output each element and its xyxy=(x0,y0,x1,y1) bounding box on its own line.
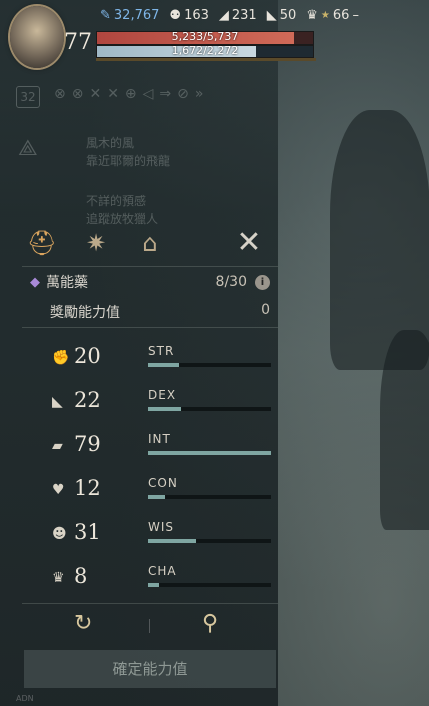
corner-label: ADN xyxy=(16,694,34,703)
stat-bar-fill xyxy=(148,407,182,411)
quest-1-desc: 靠近耶爾的飛龍 xyxy=(86,154,171,168)
stat-row-cha[interactable]: ♛ 8 CHA xyxy=(48,564,273,594)
bonus-label: 獎勵能力值 xyxy=(50,305,120,321)
close-icon[interactable]: ✕ xyxy=(232,226,266,260)
hp-bar: 5,233/5,737 xyxy=(96,30,314,45)
stat-bar xyxy=(148,495,271,499)
stat-abbr: WIS xyxy=(148,520,175,534)
stat-value: 79 xyxy=(74,432,101,456)
stat-bar xyxy=(148,583,271,587)
divider xyxy=(149,619,150,633)
tab-helmet-icon[interactable]: ⛑ xyxy=(22,225,62,261)
hp-text: 5,233/5,737 xyxy=(171,30,239,43)
rank-counter: ♛ ★ 66 – xyxy=(306,8,359,23)
stat-bar-fill xyxy=(148,363,179,367)
quest-2-title: 不詳的預感 xyxy=(86,194,147,208)
stat-a-counter: ⚉ 163 xyxy=(169,8,209,23)
stat-b-counter: ◢ 231 xyxy=(218,8,257,23)
stat-row-con[interactable]: ♥ 12 CON xyxy=(48,476,273,506)
slot-level-badge: 32 xyxy=(16,86,40,108)
stat-abbr: CHA xyxy=(148,564,177,578)
constitution-icon: ♥ xyxy=(52,482,65,498)
stat-value: 22 xyxy=(74,388,101,412)
wisdom-icon: ☻ xyxy=(52,526,67,542)
stat-abbr: DEX xyxy=(148,388,177,402)
stat-bar-fill xyxy=(148,539,196,543)
stat-row-int[interactable]: ▰ 79 INT xyxy=(48,432,273,462)
mp-bar: 1,672/2,272 xyxy=(96,44,314,58)
gem-counter: ✎ 32,767 xyxy=(100,8,160,23)
quest-icon: ⟁ xyxy=(18,136,38,161)
resource-bar: ✎ 32,767 ⚉ 163 ◢ 231 ◣ 50 ♛ ★ 66 – xyxy=(100,8,359,23)
stat-bar-fill xyxy=(148,451,271,455)
stat-value: 20 xyxy=(74,344,101,368)
elixir-label: 萬能藥 xyxy=(46,275,88,291)
stat-action-bar: ↻ ⚲ xyxy=(22,605,278,645)
stat-c-counter: ◣ 50 xyxy=(266,8,297,23)
divider xyxy=(22,603,278,604)
feather-gem-icon: ✎ xyxy=(100,8,111,23)
star-icon: ★ xyxy=(320,10,330,21)
stat-bar xyxy=(148,407,271,411)
stat-value: 12 xyxy=(74,476,101,500)
intelligence-icon: ▰ xyxy=(52,438,63,454)
tree-silhouette xyxy=(380,330,429,530)
info-icon[interactable]: i xyxy=(255,274,270,290)
bonus-value: 0 xyxy=(261,302,270,318)
stat-row-dex[interactable]: ◣ 22 DEX xyxy=(48,388,273,418)
stat-value: 31 xyxy=(74,520,101,544)
divider xyxy=(22,327,278,328)
stat-bar xyxy=(148,451,271,455)
magnifier-icon[interactable]: ⚲ xyxy=(202,611,218,636)
stat-abbr: INT xyxy=(148,432,171,446)
skill-slot-row: ⊗⊗✕✕⊕◁⇒⊘» xyxy=(54,86,210,102)
stat-bar xyxy=(148,539,271,543)
stat-abbr: CON xyxy=(148,476,178,490)
bonus-points-row: 獎勵能力值 0 xyxy=(50,302,270,322)
tab-house-icon[interactable]: ⌂ xyxy=(130,225,170,261)
xp-bar xyxy=(96,58,316,61)
elixir-potion-icon: ◆ xyxy=(30,274,40,290)
stat-bar-fill xyxy=(148,583,160,587)
stat-row-str[interactable]: ✊ 20 STR xyxy=(48,344,273,374)
dexterity-icon: ◣ xyxy=(52,394,63,410)
stat-a-icon: ⚉ xyxy=(169,8,182,23)
wing-icon: ◢ xyxy=(218,8,229,23)
divider xyxy=(22,266,278,267)
tab-compass-icon[interactable]: ✷ xyxy=(76,225,116,261)
charisma-icon: ♛ xyxy=(52,570,65,586)
reset-icon[interactable]: ↻ xyxy=(74,611,92,636)
stat-value: 8 xyxy=(74,564,88,588)
strength-icon: ✊ xyxy=(52,350,70,366)
stat-row-wis[interactable]: ☻ 31 WIS xyxy=(48,520,273,550)
elixir-row: ◆ 萬能藥 8/30 i xyxy=(30,272,270,292)
boot-icon: ◣ xyxy=(266,8,277,23)
stat-abbr: STR xyxy=(148,344,175,358)
elixir-count: 8/30 xyxy=(215,274,247,290)
stat-bar-fill xyxy=(148,495,166,499)
confirm-stats-button[interactable]: 確定能力值 xyxy=(24,650,276,688)
quest-1-title: 風木的風 xyxy=(86,136,135,150)
character-portrait[interactable] xyxy=(10,6,64,68)
mp-text: 1,672/2,272 xyxy=(171,44,239,57)
trophy-icon: ♛ xyxy=(306,8,318,23)
stat-bar xyxy=(148,363,271,367)
character-level: 77 xyxy=(64,30,92,55)
